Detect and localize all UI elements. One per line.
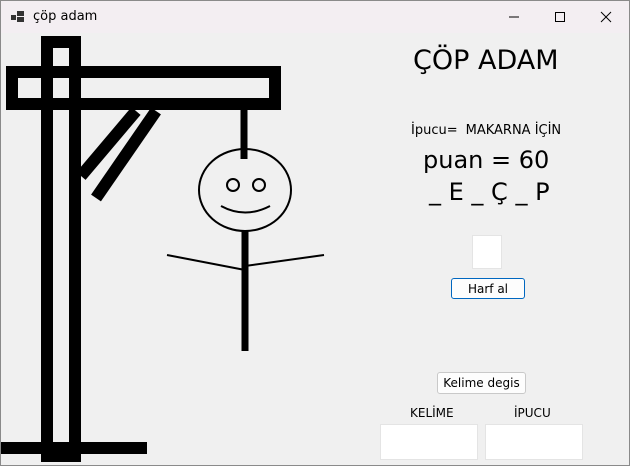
close-icon xyxy=(600,11,612,23)
app-window-icon xyxy=(11,11,24,22)
stickman-head xyxy=(198,148,292,232)
hint-row: İpucu= MAKARNA İÇİN xyxy=(411,123,561,138)
word-field-label: KELİME xyxy=(410,406,454,420)
stickman-right-arm xyxy=(244,254,325,267)
change-word-button[interactable]: Kelime degis xyxy=(437,372,526,394)
close-button[interactable] xyxy=(583,1,629,33)
word-field[interactable] xyxy=(380,424,478,460)
window-title: çöp adam xyxy=(33,9,98,24)
stickman-smile xyxy=(220,205,271,214)
hangman-drawing xyxy=(1,36,325,462)
stickman-left-eye xyxy=(226,178,240,192)
minimize-button[interactable] xyxy=(491,1,537,33)
score-text: puan = 60 xyxy=(423,146,550,174)
stickman-right-eye xyxy=(252,178,266,192)
minimize-icon xyxy=(509,16,519,18)
maximize-icon xyxy=(555,12,565,22)
maximize-button[interactable] xyxy=(537,1,583,33)
hint-field[interactable] xyxy=(485,424,583,460)
stickman-left-arm xyxy=(166,254,246,271)
client-area: ÇÖP ADAM İpucu= MAKARNA İÇİN puan = 60 _ … xyxy=(1,33,629,465)
hint-value: MAKARNA İÇİN xyxy=(465,123,562,138)
gallows xyxy=(1,36,281,462)
game-title: ÇÖP ADAM xyxy=(413,45,559,76)
title-bar[interactable]: çöp adam xyxy=(1,1,629,33)
take-letter-button[interactable]: Harf al xyxy=(451,278,525,299)
app-window: çöp adam ÇÖP ADAM İpucu= MAKARNA İÇİN pu… xyxy=(0,0,630,466)
stickman xyxy=(166,148,325,351)
hint-label: İpucu= xyxy=(411,123,458,138)
word-display: _ E _ Ç _ P xyxy=(429,178,550,206)
hint-field-label: İPUCU xyxy=(514,406,551,420)
letter-input[interactable] xyxy=(472,235,502,269)
